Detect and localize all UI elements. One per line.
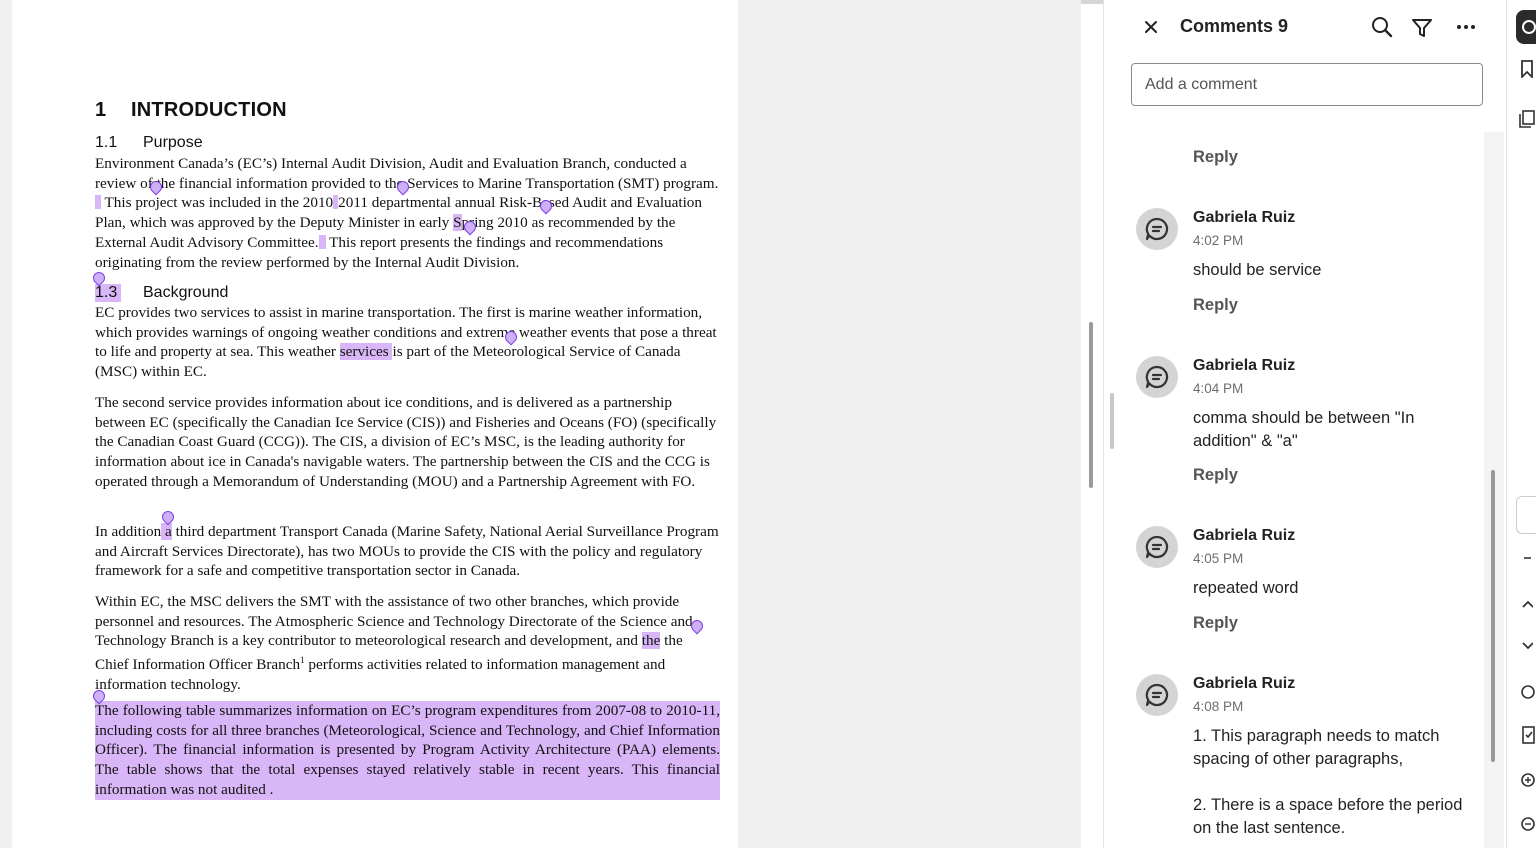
text-run: The second service provides information … (95, 394, 717, 490)
avatar (1136, 674, 1178, 716)
section-heading-introduction: 1 INTRODUCTION (95, 99, 287, 122)
chevron-up-icon (1522, 600, 1534, 608)
add-comment-input[interactable] (1131, 63, 1483, 106)
text-highlight-mark (318, 234, 326, 249)
highlighted-text[interactable]: S (453, 214, 462, 232)
pages-button[interactable] (1516, 110, 1536, 132)
comments-panel-title: Comments 9 (1180, 16, 1289, 36)
comment-author: Gabriela Ruiz (1193, 209, 1296, 226)
page-number-box[interactable] (1516, 496, 1536, 534)
zoom-out-icon (1521, 817, 1535, 831)
bookmark-button[interactable] (1516, 60, 1536, 82)
background-paragraph-3[interactable]: In addition a third department Transport… (95, 522, 720, 581)
highlighted-text[interactable]: the (641, 632, 661, 650)
comment-author: Gabriela Ruiz (1193, 357, 1296, 374)
reply-button[interactable]: Reply (1193, 614, 1238, 633)
reply-button[interactable]: Reply (1193, 466, 1238, 485)
more-options-button[interactable] (1454, 16, 1478, 43)
close-icon (1145, 21, 1157, 33)
bookmark-icon (1521, 60, 1533, 80)
text-run: third department Transport Canada (Marin… (95, 523, 719, 580)
zoom-in-button[interactable] (1516, 772, 1536, 794)
highlighted-text[interactable]: a (161, 523, 172, 540)
avatar (1136, 526, 1178, 568)
rail-tool-2[interactable] (1516, 726, 1536, 748)
section-title: INTRODUCTION (131, 99, 287, 121)
subsection-heading-background: 1.3 Background (95, 284, 228, 302)
comment-avatar-icon (1145, 535, 1169, 559)
highlighted-paragraph[interactable]: The following table summarizes informati… (95, 701, 720, 800)
text-run: This project was included in the 2010 (101, 194, 334, 212)
comment-author: Gabriela Ruiz (1193, 675, 1296, 692)
checklist-icon (1522, 726, 1535, 744)
comment-text: 1. This paragraph needs to match spacing… (1193, 727, 1463, 837)
zoom-out-button[interactable] (1516, 816, 1536, 838)
subsection-number: 1.1 (95, 134, 118, 151)
subsection-title: Background (143, 284, 229, 301)
avatar (1136, 208, 1178, 250)
copy-pages-icon (1519, 110, 1535, 128)
comment-avatar-icon (1145, 217, 1169, 241)
comments-scrollbar-thumb[interactable] (1491, 470, 1495, 762)
assistant-icon (1522, 20, 1536, 34)
subsection-title: Purpose (143, 134, 203, 151)
avatar (1136, 356, 1178, 398)
background-paragraph-2[interactable]: The second service provides information … (95, 393, 720, 492)
minus-icon (1524, 557, 1531, 559)
document-scrollbar-top (1081, 0, 1103, 4)
background-paragraph-1[interactable]: EC provides two services to assist in ma… (95, 303, 720, 382)
text-run: In addition (95, 523, 162, 540)
comment-avatar-icon (1145, 365, 1169, 389)
comment-time: 4:05 PM (1193, 551, 1244, 566)
subsection-number-highlighted[interactable]: 1.3 (95, 284, 121, 302)
section-number: 1 (95, 99, 107, 121)
subsection-heading-purpose: 1.1 Purpose (95, 134, 203, 152)
document-scrollbar-thumb[interactable] (1089, 322, 1093, 488)
comment-text: repeated word (1193, 579, 1299, 597)
chevron-down-icon (1522, 642, 1534, 650)
purpose-paragraph[interactable]: Environment Canada’s (EC’s) Internal Aud… (95, 154, 720, 272)
reply-button[interactable]: Reply (1193, 296, 1238, 315)
comment-time: 4:04 PM (1193, 381, 1244, 396)
comment-avatar-icon (1145, 683, 1169, 707)
circle-icon (1521, 685, 1535, 699)
comment-time: 4:02 PM (1193, 233, 1244, 248)
background-paragraph-4[interactable]: Within EC, the MSC delivers the SMT with… (95, 592, 720, 695)
text-run: Within EC, the MSC delivers the SMT with… (95, 593, 693, 650)
highlighted-text[interactable]: services (339, 343, 393, 361)
ai-assistant-button[interactable] (1516, 10, 1536, 44)
close-panel-button[interactable] (1140, 17, 1162, 39)
background-paragraph-5[interactable]: The following table summarizes informati… (95, 701, 720, 800)
rail-tool-1[interactable] (1516, 684, 1536, 706)
filter-icon (1412, 19, 1432, 37)
next-page-button[interactable] (1516, 636, 1536, 658)
zoom-in-icon (1521, 773, 1535, 787)
rail-control[interactable] (1516, 548, 1536, 570)
filter-comments-button[interactable] (1410, 17, 1434, 44)
search-comments-button[interactable] (1370, 16, 1394, 43)
previous-page-button[interactable] (1516, 594, 1536, 616)
comment-text: comma should be between "In addition" & … (1193, 409, 1415, 450)
more-horizontal-icon (1457, 25, 1475, 29)
comment-author: Gabriela Ruiz (1193, 527, 1296, 544)
panel-resize-handle[interactable] (1110, 393, 1114, 449)
search-icon (1372, 17, 1393, 38)
reply-button[interactable]: Reply (1193, 148, 1238, 167)
comment-time: 4:08 PM (1193, 699, 1244, 714)
comment-text: should be service (1193, 261, 1322, 279)
